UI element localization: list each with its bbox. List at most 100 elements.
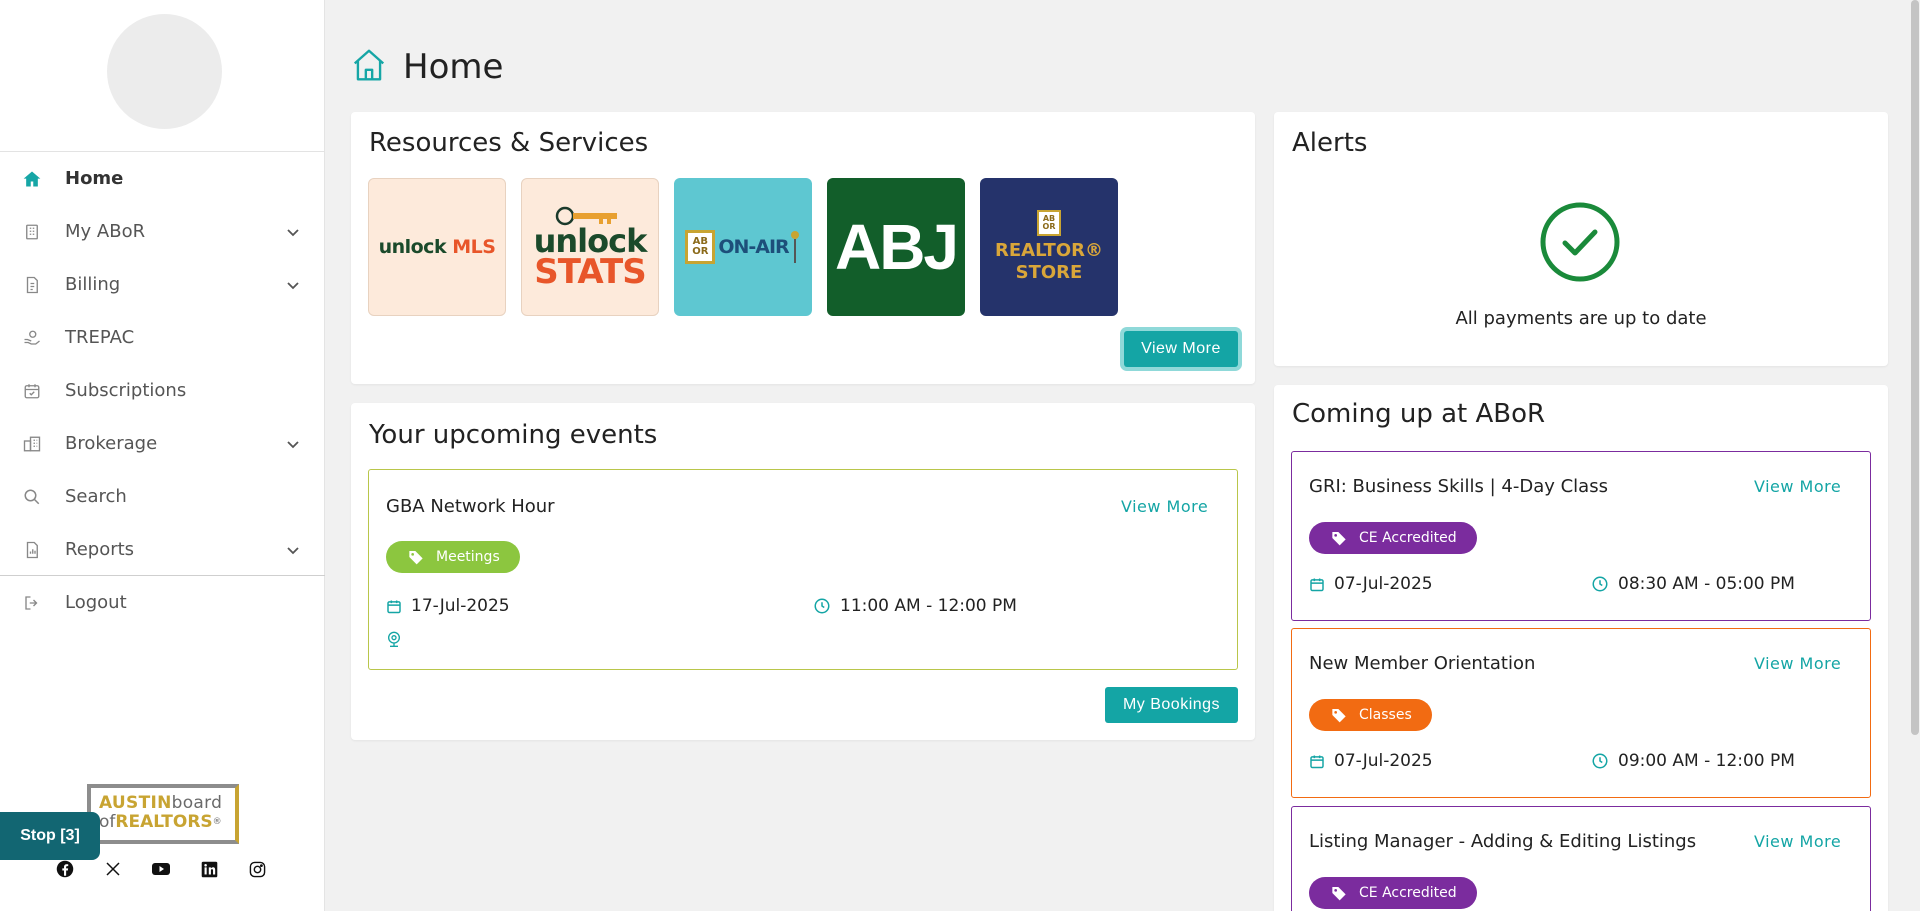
event-date: 17-Jul-2025 — [386, 596, 510, 616]
youtube-icon[interactable] — [152, 860, 170, 878]
event-title: New Member Orientation — [1309, 653, 1536, 674]
logo-text: board — [171, 793, 223, 813]
tile-text: STORE — [1015, 262, 1083, 283]
logo-text: AUSTIN — [99, 793, 172, 813]
upcoming-events-card: Your upcoming events GBA Network Hour Vi… — [351, 403, 1255, 740]
calendar-icon — [387, 600, 401, 613]
sidebar: Home My ABoR Billing TREPAC Subscription… — [0, 0, 325, 911]
realtor-store-tile[interactable]: AB OR REALTOR® STORE — [980, 178, 1118, 316]
event-time: 11:00 AM - 12:00 PM — [813, 596, 1017, 616]
sidebar-item-subscriptions[interactable]: Subscriptions — [0, 364, 325, 417]
report-icon — [22, 540, 42, 560]
logout-icon — [22, 593, 42, 613]
sidebar-item-label: My ABoR — [65, 221, 146, 242]
sidebar-item-logout[interactable]: Logout — [0, 576, 325, 629]
sidebar-item-label: Logout — [65, 592, 127, 613]
event-tag: Meetings — [386, 541, 520, 573]
event-view-more-link[interactable]: View More — [1754, 477, 1841, 496]
event-tag: CE Accredited — [1309, 522, 1477, 554]
home-icon — [350, 46, 388, 88]
event-card[interactable]: GRI: Business Skills | 4-Day Class View … — [1291, 451, 1871, 621]
document-icon — [22, 275, 42, 295]
event-title: Listing Manager - Adding & Editing Listi… — [1309, 831, 1697, 852]
page-header: Home — [350, 46, 503, 88]
sidebar-item-home[interactable]: Home — [0, 152, 325, 205]
event-time: 08:30 AM - 05:00 PM — [1591, 574, 1795, 594]
tile-text: MLS — [452, 236, 496, 258]
event-view-more-link[interactable]: View More — [1754, 832, 1841, 851]
event-tag: Classes — [1309, 699, 1432, 731]
time-text: 11:00 AM - 12:00 PM — [840, 596, 1017, 616]
event-time: 09:00 AM - 12:00 PM — [1591, 751, 1795, 771]
webcam-icon — [386, 630, 402, 652]
event-view-more-link[interactable]: View More — [1121, 497, 1208, 516]
x-twitter-icon[interactable] — [104, 860, 122, 878]
time-text: 09:00 AM - 12:00 PM — [1618, 751, 1795, 771]
sidebar-nav: Home My ABoR Billing TREPAC Subscription… — [0, 152, 325, 576]
sidebar-item-label: TREPAC — [65, 327, 135, 348]
sidebar-item-trepac[interactable]: TREPAC — [0, 311, 325, 364]
sidebar-item-label: Brokerage — [65, 433, 158, 454]
tag-label: Classes — [1359, 707, 1412, 723]
calendar-icon — [1310, 755, 1324, 768]
sidebar-item-label: Home — [65, 168, 124, 189]
sidebar-item-reports[interactable]: Reports — [0, 523, 325, 576]
card-title: Resources & Services — [369, 128, 649, 158]
check-circle-icon — [1540, 202, 1620, 286]
resources-view-more-button[interactable]: View More — [1124, 331, 1238, 367]
sidebar-item-billing[interactable]: Billing — [0, 258, 325, 311]
abor-on-air-tile[interactable]: AB OR ON-AIR — [674, 178, 812, 316]
search-icon — [22, 487, 42, 507]
linkedin-icon[interactable] — [200, 860, 218, 878]
abj-tile[interactable]: ABJ — [827, 178, 965, 316]
alerts-card: Alerts All payments are up to date — [1274, 112, 1888, 366]
chevron-down-icon[interactable] — [285, 224, 301, 240]
stop-button[interactable]: Stop [3] — [0, 812, 100, 860]
coming-up-card: Coming up at ABoR GRI: Business Skills |… — [1274, 385, 1888, 911]
logout-section: Logout — [0, 576, 325, 629]
tile-text: ABJ — [834, 211, 959, 283]
scrollbar-thumb[interactable] — [1911, 0, 1919, 735]
card-title: Your upcoming events — [369, 420, 658, 450]
tile-text: unlock — [533, 222, 648, 260]
calendar-check-icon — [22, 381, 42, 401]
date-text: 17-Jul-2025 — [411, 596, 510, 616]
tag-label: CE Accredited — [1359, 885, 1457, 901]
logo-text: of — [99, 812, 116, 832]
tag-icon — [1332, 887, 1346, 901]
office-building-icon — [22, 434, 42, 454]
avatar[interactable] — [107, 14, 222, 129]
tag-icon — [409, 551, 423, 565]
chevron-down-icon[interactable] — [285, 436, 301, 452]
resources-card: Resources & Services unlock MLS unlock S… — [351, 112, 1255, 384]
unlock-stats-tile[interactable]: unlock STATS — [521, 178, 659, 316]
instagram-icon[interactable] — [248, 860, 266, 878]
sidebar-item-my-abor[interactable]: My ABoR — [0, 205, 325, 258]
sidebar-item-search[interactable]: Search — [0, 470, 325, 523]
hand-coin-icon — [22, 328, 42, 348]
clock-icon — [814, 598, 830, 614]
chevron-down-icon[interactable] — [285, 277, 301, 293]
date-text: 07-Jul-2025 — [1334, 574, 1433, 594]
sidebar-item-brokerage[interactable]: Brokerage — [0, 417, 325, 470]
social-links — [56, 860, 266, 878]
event-card[interactable]: Listing Manager - Adding & Editing Listi… — [1291, 806, 1871, 911]
building-icon — [22, 222, 42, 242]
chevron-down-icon[interactable] — [285, 542, 301, 558]
tile-text: unlock — [378, 236, 447, 258]
facebook-icon[interactable] — [56, 860, 74, 878]
tile-text: STATS — [534, 252, 646, 292]
alert-message: All payments are up to date — [1455, 308, 1707, 329]
event-card[interactable]: GBA Network Hour View More Meetings 17-J… — [368, 469, 1238, 670]
austin-board-of-realtors-logo[interactable]: AUSTINboard ofREALTORS® — [87, 784, 239, 844]
event-card[interactable]: New Member Orientation View More Classes… — [1291, 628, 1871, 798]
sidebar-item-label: Billing — [65, 274, 121, 295]
event-title: GBA Network Hour — [386, 496, 555, 517]
tile-text: ON-AIR — [718, 236, 789, 258]
my-bookings-button[interactable]: My Bookings — [1105, 687, 1238, 723]
page-scrollbar[interactable] — [1910, 0, 1920, 911]
event-view-more-link[interactable]: View More — [1754, 654, 1841, 673]
event-title: GRI: Business Skills | 4-Day Class — [1309, 476, 1608, 497]
microphone-icon — [790, 231, 799, 263]
unlock-mls-tile[interactable]: unlock MLS — [368, 178, 506, 316]
